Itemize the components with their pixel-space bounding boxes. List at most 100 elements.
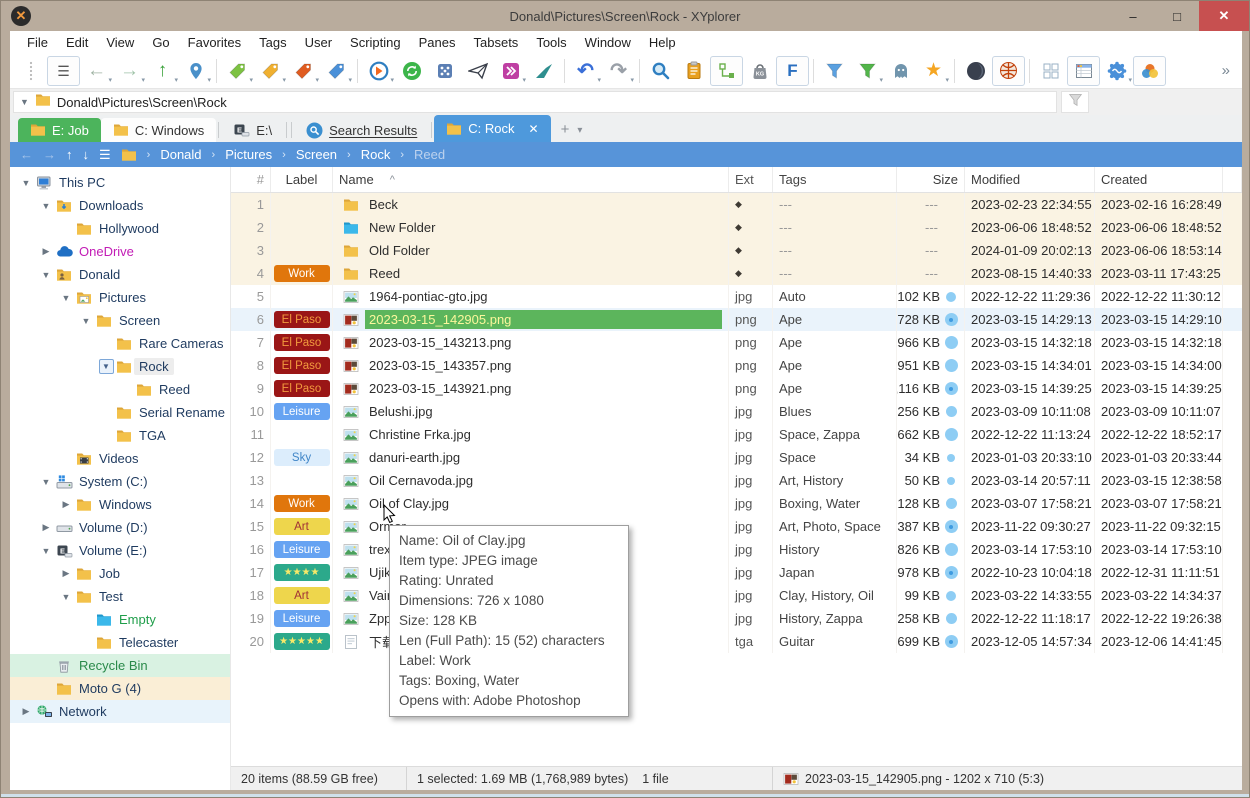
- forward-button[interactable]: →▾: [113, 56, 146, 86]
- location-pin-button[interactable]: ▾: [179, 56, 212, 86]
- file-row-9[interactable]: 9El Paso2023-03-15_143921.pngpngApe1,116…: [231, 377, 1242, 400]
- badge-button[interactable]: ▾: [1100, 56, 1133, 86]
- name-cell[interactable]: danuri-earth.jpg: [333, 446, 729, 469]
- menu-view[interactable]: View: [97, 33, 143, 52]
- weight-kg-button[interactable]: KG: [743, 56, 776, 86]
- name-cell[interactable]: Reed: [333, 262, 729, 285]
- name-cell[interactable]: Beck: [333, 193, 729, 216]
- tab-c-rock[interactable]: C: Rock✕: [434, 115, 550, 142]
- compass-button[interactable]: [527, 56, 560, 86]
- crumb-forward-icon[interactable]: →: [43, 147, 56, 162]
- expander-chevron-down-icon[interactable]: ▼: [38, 270, 54, 280]
- color-circles-button[interactable]: [1133, 56, 1166, 86]
- search-button[interactable]: [644, 56, 677, 86]
- expander-chevron-right-icon[interactable]: ▶: [58, 568, 74, 579]
- crumb-segment-donald[interactable]: Donald: [160, 147, 201, 162]
- basketball-button[interactable]: [992, 56, 1025, 86]
- tag-green-dropdown-caret[interactable]: ▾: [249, 77, 253, 84]
- column-header-ext[interactable]: Ext: [729, 167, 773, 192]
- name-cell[interactable]: New Folder: [333, 216, 729, 239]
- menu-tools[interactable]: Tools: [527, 33, 575, 52]
- favorites-star-button[interactable]: ★▾: [917, 56, 950, 86]
- name-cell[interactable]: 1964-pontiac-gto.jpg: [333, 285, 729, 308]
- redo-dropdown-caret[interactable]: ▾: [630, 77, 634, 84]
- menu-edit[interactable]: Edit: [57, 33, 97, 52]
- tree-item-volume-d-[interactable]: ▶Volume (D:): [10, 516, 230, 539]
- tab-close-icon[interactable]: ✕: [529, 122, 539, 136]
- menu-panes[interactable]: Panes: [410, 33, 465, 52]
- menu-tabsets[interactable]: Tabsets: [465, 33, 528, 52]
- tree-item-onedrive[interactable]: ▶OneDrive: [10, 240, 230, 263]
- file-row-10[interactable]: 10LeisureBelushi.jpgjpgBlues256 KB2023-0…: [231, 400, 1242, 423]
- name-cell[interactable]: 2023-03-15_143921.png: [333, 377, 729, 400]
- filter-blue-button[interactable]: [818, 56, 851, 86]
- file-row-19[interactable]: 19LeisureZppaFrjpgHistory, Zappa258 KB20…: [231, 607, 1242, 630]
- expander-chevron-right-icon[interactable]: ▶: [58, 499, 74, 510]
- file-row-8[interactable]: 8El Paso2023-03-15_143357.pngpngApe951 K…: [231, 354, 1242, 377]
- file-row-1[interactable]: 1Beck◆------2023-02-23 22:34:552023-02-1…: [231, 193, 1242, 216]
- crumb-down-icon[interactable]: ↓: [83, 147, 90, 162]
- expander-chevron-down-icon[interactable]: ▼: [78, 316, 94, 326]
- tree-item-telecaster[interactable]: Telecaster: [10, 631, 230, 654]
- address-bar[interactable]: ▼ Donald\Pictures\Screen\Rock: [13, 91, 1057, 113]
- file-row-2[interactable]: 2New Folder◆------2023-06-06 18:48:52202…: [231, 216, 1242, 239]
- tree-item-job[interactable]: ▶Job: [10, 562, 230, 585]
- up-dropdown-caret[interactable]: ▾: [174, 77, 178, 84]
- tree-item-videos[interactable]: Videos: [10, 447, 230, 470]
- dark-mode-button[interactable]: [959, 56, 992, 86]
- tree-item-empty[interactable]: Empty: [10, 608, 230, 631]
- ghost-button[interactable]: [884, 56, 917, 86]
- tree-item-downloads[interactable]: ▼Downloads: [10, 194, 230, 217]
- file-row-6[interactable]: 6El Paso2023-03-15_142905.pngpngApe1,728…: [231, 308, 1242, 331]
- menu-scripting[interactable]: Scripting: [341, 33, 410, 52]
- refresh-button[interactable]: ▾: [362, 56, 395, 86]
- expander-chevron-down-icon[interactable]: ▼: [38, 477, 54, 487]
- expander-chevron-down-icon[interactable]: ▼: [18, 178, 34, 188]
- sync-button[interactable]: [395, 56, 428, 86]
- crumb-menu-icon[interactable]: ☰: [99, 147, 111, 163]
- new-tab-button[interactable]: +: [551, 121, 578, 142]
- name-cell[interactable]: Christine Frka.jpg: [333, 423, 729, 446]
- expander-chevron-right-icon[interactable]: ▶: [18, 706, 34, 717]
- tag-yellow-dropdown-caret[interactable]: ▾: [282, 77, 286, 84]
- name-cell[interactable]: 2023-03-15_143213.png: [333, 331, 729, 354]
- name-cell[interactable]: 2023-03-15_143357.png: [333, 354, 729, 377]
- tree-item-pictures[interactable]: ▼Pictures: [10, 286, 230, 309]
- undo-button[interactable]: ↶▾: [569, 56, 602, 86]
- menu-user[interactable]: User: [296, 33, 341, 52]
- file-row-12[interactable]: 12Skydanuri-earth.jpgjpgSpace34 KB2023-0…: [231, 446, 1242, 469]
- column-header-num[interactable]: #: [231, 167, 271, 192]
- file-row-17[interactable]: 17★★★★UjikawjpgJapan5,978 KB2022-10-23 1…: [231, 561, 1242, 584]
- favorites-star-dropdown-caret[interactable]: ▾: [945, 77, 949, 84]
- back-dropdown-caret[interactable]: ▾: [108, 77, 112, 84]
- back-button[interactable]: ←▾: [80, 56, 113, 86]
- send-button[interactable]: [461, 56, 494, 86]
- menu-file[interactable]: File: [18, 33, 57, 52]
- forward-dropdown-caret[interactable]: ▾: [141, 77, 145, 84]
- tag-red-dropdown-caret[interactable]: ▾: [315, 77, 319, 84]
- column-header-tags[interactable]: Tags: [773, 167, 897, 192]
- crumb-segment-rock[interactable]: Rock: [361, 147, 391, 162]
- menu-tags[interactable]: Tags: [250, 33, 295, 52]
- tree-item-tga[interactable]: TGA: [10, 424, 230, 447]
- redo-button[interactable]: ↷▾: [602, 56, 635, 86]
- tab-list-caret[interactable]: ▾: [577, 125, 582, 142]
- file-row-11[interactable]: 11Christine Frka.jpgjpgSpace, Zappa662 K…: [231, 423, 1242, 446]
- tree-item-rock[interactable]: ▼Rock: [10, 355, 230, 378]
- file-row-16[interactable]: 16Leisuretrex.jpgjpgHistory826 KB2023-03…: [231, 538, 1242, 561]
- tab-search-results[interactable]: Search Results: [294, 118, 429, 142]
- tree-item-moto-g-4-[interactable]: Moto G (4): [10, 677, 230, 700]
- badge-dropdown-caret[interactable]: ▾: [1128, 77, 1132, 84]
- tab-c-windows[interactable]: C: Windows: [101, 118, 216, 142]
- location-pin-dropdown-caret[interactable]: ▾: [207, 77, 211, 84]
- menu-go[interactable]: Go: [143, 33, 178, 52]
- minimize-button[interactable]: –: [1111, 1, 1155, 31]
- tab-e-job[interactable]: E: Job: [18, 118, 101, 142]
- name-cell[interactable]: 2023-03-15_142905.png: [333, 308, 729, 331]
- tree-item-serial-rename[interactable]: Serial Rename: [10, 401, 230, 424]
- tree-item-rare-cameras[interactable]: Rare Cameras: [10, 332, 230, 355]
- tag-yellow-button[interactable]: ▾: [254, 56, 287, 86]
- column-header-created[interactable]: Created: [1095, 167, 1223, 192]
- expander-chevron-right-icon[interactable]: ▶: [38, 522, 54, 533]
- font-button[interactable]: F: [776, 56, 809, 86]
